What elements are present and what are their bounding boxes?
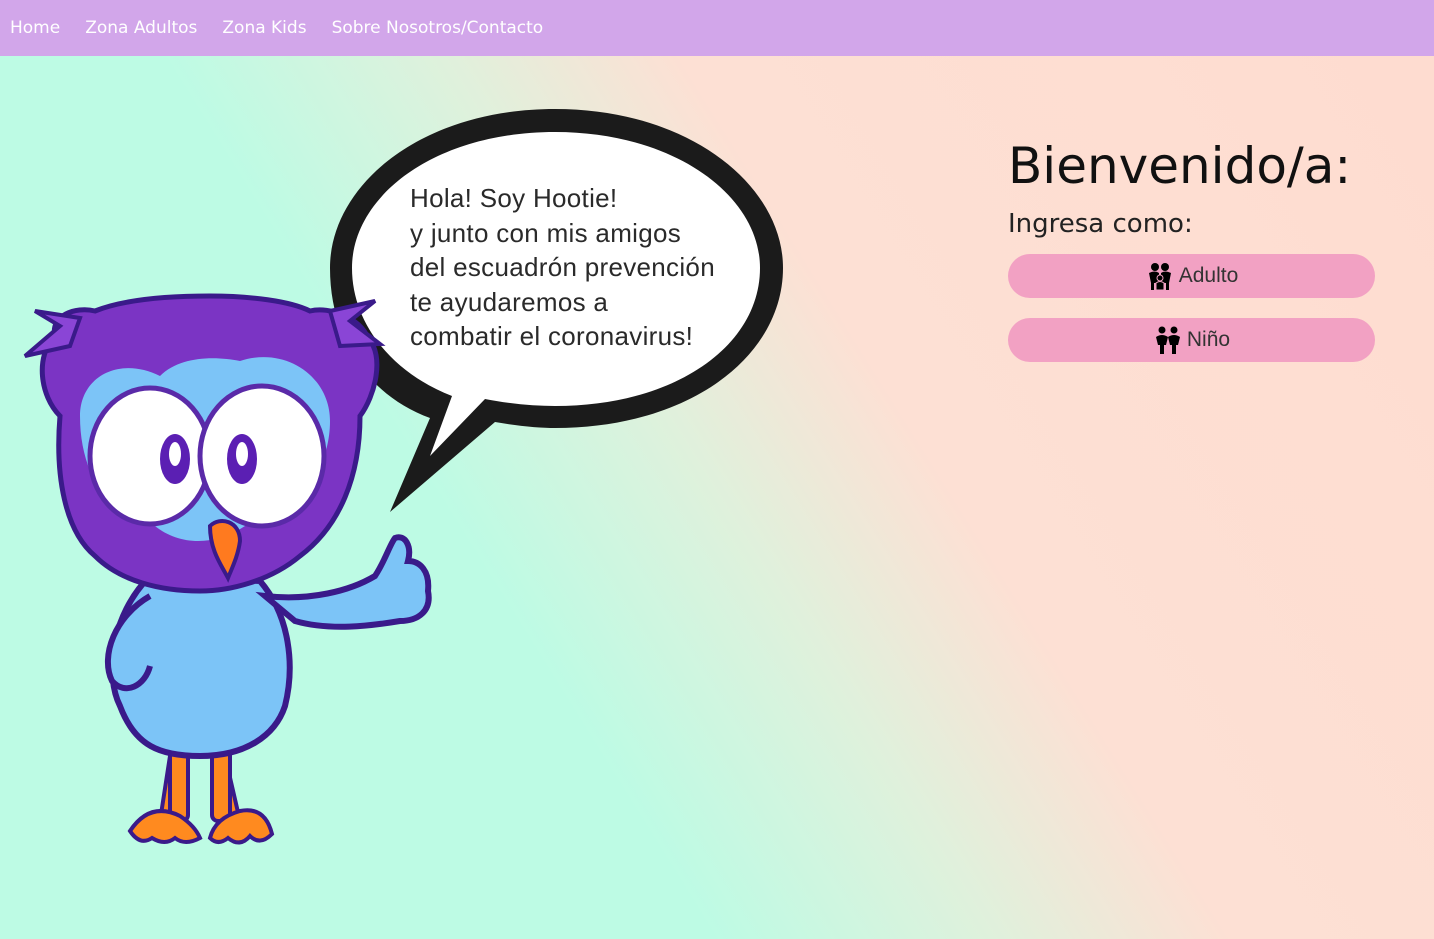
adult-button[interactable]: Adulto [1008,254,1375,298]
child-button[interactable]: Niño [1008,318,1375,362]
top-navbar: Home Zona Adultos Zona Kids Sobre Nosotr… [0,0,1434,56]
family-icon [1148,263,1171,291]
speech-line-4: te ayudaremos a [410,286,609,317]
child-button-label: Niño [1186,328,1231,351]
login-as-label: Ingresa como: [1008,209,1193,239]
speech-line-2: y junto con mis amigos [410,217,682,248]
hero-section: Hola! Soy Hootie! y junto con mis amigos… [0,56,1434,939]
nav-link-zona-kids[interactable]: Zona Kids [222,18,306,38]
speech-bubble-text: Hola! Soy Hootie! y junto con mis amigos… [410,181,760,354]
welcome-panel: Bienvenido/a: Ingresa como: Adulto Niño [1008,136,1376,362]
nav-link-home[interactable]: Home [10,18,60,38]
adult-button-label: Adulto [1178,264,1239,287]
nav-link-zona-adultos[interactable]: Zona Adultos [85,18,197,38]
owl-body-group [23,293,432,845]
speech-line-3: del escuadrón prevención [410,252,715,282]
nav-link-sobre-nosotros[interactable]: Sobre Nosotros/Contacto [332,18,544,38]
speech-line-1: Hola! Soy Hootie! [410,183,618,213]
children-icon [1155,326,1180,354]
speech-line-5: combatir el coronavirus! [410,321,694,351]
welcome-title: Bienvenido/a: [1008,137,1352,195]
